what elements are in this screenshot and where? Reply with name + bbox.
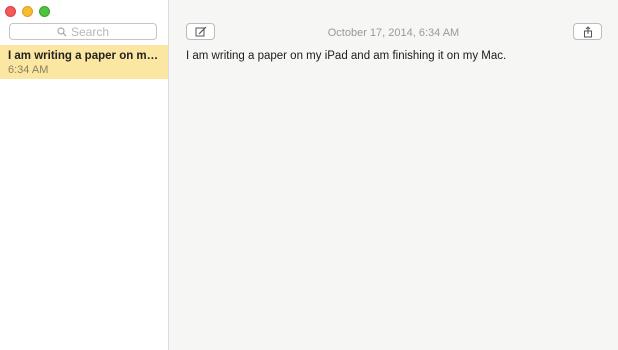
list-item-note[interactable]: I am writing a paper on my iPad and am f…: [0, 45, 168, 79]
note-body[interactable]: I am writing a paper on my iPad and am f…: [186, 50, 506, 62]
notes-window: Search I am writing a paper on my iPad a…: [0, 0, 618, 350]
note-title: I am writing a paper on my iPad and am f…: [8, 50, 160, 62]
search-placeholder: Search: [70, 24, 110, 39]
note-time: 6:34 AM: [8, 64, 49, 76]
share-button[interactable]: [573, 23, 602, 40]
maximize-window-button[interactable]: [39, 6, 50, 17]
share-icon: [583, 25, 592, 37]
minimize-window-button[interactable]: [22, 6, 33, 17]
note-editor: October 17, 2014, 6:34 AM I am writing a…: [169, 0, 618, 350]
search-icon: [57, 26, 67, 36]
search-input[interactable]: Search: [9, 23, 157, 40]
window-controls: [5, 6, 50, 17]
sidebar: Search I am writing a paper on my iPad a…: [0, 0, 169, 350]
note-date: October 17, 2014, 6:34 AM: [327, 27, 460, 39]
close-window-button[interactable]: [5, 6, 16, 17]
